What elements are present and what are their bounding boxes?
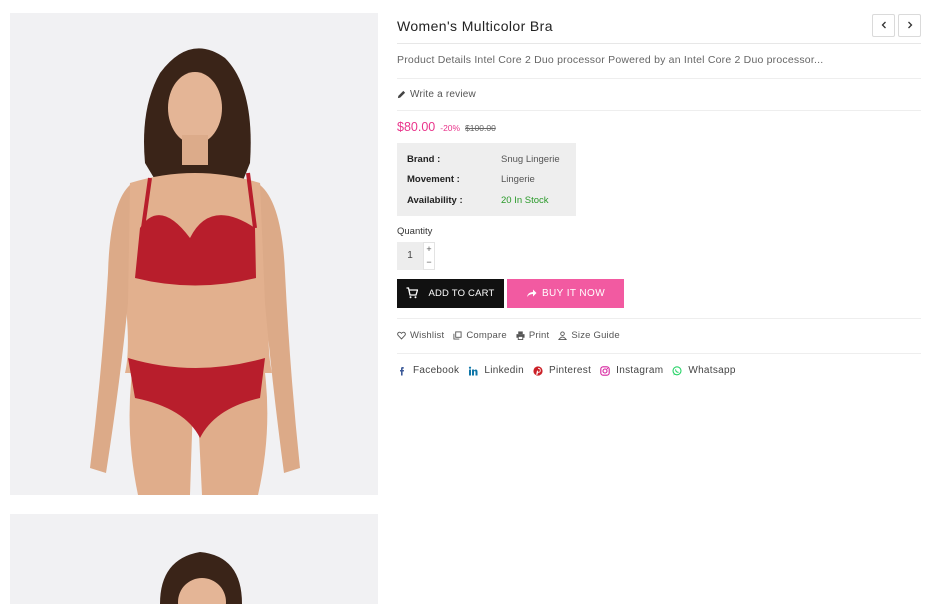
buy-now-label: BUY IT NOW [541,287,606,299]
linkedin-label: Linkedin [484,365,524,376]
compare-link[interactable]: Compare [453,330,507,341]
share-facebook[interactable]: Facebook [397,365,459,376]
product-nav [872,13,921,37]
facebook-label: Facebook [413,365,460,376]
share-arrow-icon [526,289,537,297]
spec-row-availability: Availability : 20 In Stock [407,190,576,211]
product-info-panel: Women's Multicolor Bra Product Details I… [397,13,921,388]
print-label: Print [528,330,550,341]
person-icon [558,331,568,340]
share-whatsapp[interactable]: Whatsapp [672,365,735,376]
share-pinterest[interactable]: Pinterest [533,365,591,376]
share-instagram[interactable]: Instagram [600,365,663,376]
add-to-cart-label: ADD TO CART [428,287,495,299]
purchase-buttons: ADD TO CART BUY IT NOW [397,278,921,308]
whatsapp-label: Whatsapp [688,365,736,376]
facebook-icon [400,366,404,375]
write-review-link[interactable]: Write a review [397,79,921,111]
wishlist-link[interactable]: Wishlist [397,330,444,341]
size-guide-link[interactable]: Size Guide [558,330,620,341]
heart-icon [397,331,406,340]
write-review-label: Write a review [410,89,476,100]
quantity-label: Quantity [397,225,433,237]
print-link[interactable]: Print [516,330,550,341]
spec-label: Movement : [407,174,460,186]
size-guide-label: Size Guide [571,330,620,341]
stock-status: 20 In Stock [501,194,549,206]
quantity-step-buttons: + − [423,241,435,270]
spec-value: Snug Lingerie [501,153,560,165]
add-to-cart-button[interactable]: ADD TO CART [397,278,504,308]
pencil-icon [397,90,406,99]
product-thumbnail-image[interactable] [10,514,378,604]
discount-badge: -20% [440,123,461,133]
quantity-stepper: 1 + − [397,241,921,270]
price-row: $80.00 -20% $100.00 [397,120,921,136]
compare-label: Compare [466,330,507,341]
model-photo-illustration-2 [10,514,378,604]
quantity-increase-button[interactable]: + [424,243,434,256]
product-description: Product Details Intel Core 2 Duo process… [397,44,921,79]
product-specs-table: Brand : Snug Lingerie Movement : Lingeri… [397,143,576,216]
buy-now-button[interactable]: BUY IT NOW [507,278,624,308]
spec-value: Lingerie [501,174,535,186]
product-actions: Wishlist Compare Print Size Guide [397,317,921,354]
product-gallery [10,13,378,604]
linkedin-icon [469,366,478,375]
quantity-input[interactable]: 1 [397,241,423,270]
instagram-label: Instagram [616,365,664,376]
cart-icon [406,287,419,299]
quantity-decrease-button[interactable]: − [424,256,434,269]
instagram-icon [600,365,610,376]
product-main-image[interactable] [10,13,378,495]
title-row: Women's Multicolor Bra [397,13,921,44]
spec-label: Brand : [407,153,441,165]
chevron-left-icon [881,21,886,29]
wishlist-label: Wishlist [410,330,445,341]
current-price: $80.00 [397,120,436,134]
share-linkedin[interactable]: Linkedin [468,365,524,376]
chevron-right-icon [907,21,912,29]
spec-row-brand: Brand : Snug Lingerie [407,149,576,170]
printer-icon [516,331,525,340]
pinterest-icon [533,365,543,376]
next-product-button[interactable] [898,13,921,37]
spec-row-movement: Movement : Lingerie [407,170,576,191]
social-share: Facebook Linkedin Pinterest Instagram Wh… [397,354,921,388]
product-title: Women's Multicolor Bra [397,18,553,34]
old-price: $100.00 [465,123,496,133]
prev-product-button[interactable] [872,13,895,37]
pinterest-label: Pinterest [548,365,592,376]
whatsapp-icon [672,365,682,375]
model-photo-illustration [10,13,378,495]
spec-label: Availability : [407,194,463,206]
copy-icon [453,331,462,340]
